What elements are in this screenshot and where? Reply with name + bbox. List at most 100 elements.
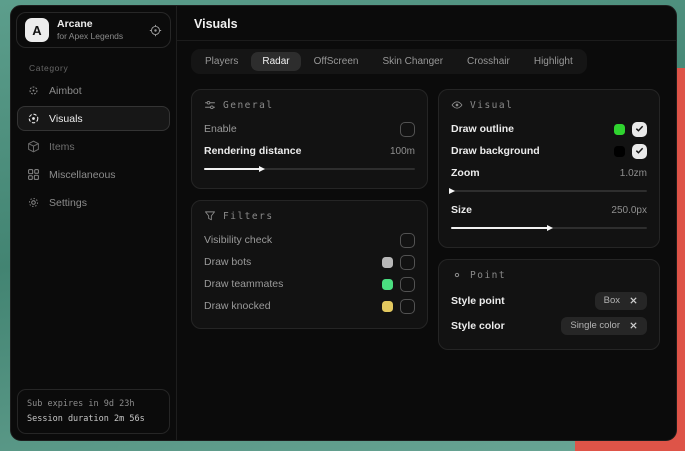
style-color-row: Style color Single color	[451, 313, 647, 338]
target-icon[interactable]	[149, 24, 162, 37]
draw-outline-checkbox[interactable]	[632, 122, 647, 137]
size-row: Size 250.0px	[451, 199, 647, 221]
draw-background-label: Draw background	[451, 145, 540, 157]
zoom-row: Zoom 1.0zm	[451, 162, 647, 184]
sidebar-nav: Aimbot Visuals Items Miscellaneous	[11, 78, 176, 215]
card-title: General	[223, 100, 274, 111]
rendering-distance-value: 100m	[390, 146, 415, 157]
rendering-distance-label: Rendering distance	[204, 145, 301, 157]
slider-thumb[interactable]	[259, 166, 265, 172]
card-title: Filters	[223, 211, 274, 222]
sidebar-item-items[interactable]: Items	[17, 134, 170, 159]
visuals-icon	[27, 112, 40, 125]
visibility-check-row: Visibility check	[204, 229, 415, 251]
rendering-distance-row: Rendering distance 100m	[204, 140, 415, 162]
style-color-value: Single color	[570, 320, 620, 331]
zoom-value: 1.0zm	[620, 168, 647, 179]
draw-background-checkbox[interactable]	[632, 144, 647, 159]
check-icon	[635, 142, 644, 160]
draw-bots-color-swatch[interactable]	[382, 257, 393, 268]
point-card: Point Style point Box Style color	[438, 259, 660, 350]
draw-background-color-swatch[interactable]	[614, 146, 625, 157]
visual-card: Visual Draw outline Draw background	[438, 89, 660, 248]
draw-teammates-color-swatch[interactable]	[382, 279, 393, 290]
draw-teammates-checkbox[interactable]	[400, 277, 415, 292]
general-card: General Enable Rendering distance 100m	[191, 89, 428, 189]
draw-teammates-label: Draw teammates	[204, 278, 283, 290]
draw-outline-row: Draw outline	[451, 118, 647, 140]
sliders-icon	[204, 99, 216, 111]
tab-crosshair[interactable]: Crosshair	[456, 52, 521, 71]
enable-label: Enable	[204, 123, 237, 135]
eye-icon	[451, 99, 463, 111]
content-area: General Enable Rendering distance 100m	[177, 74, 676, 350]
category-label: Category	[29, 63, 176, 73]
point-icon	[451, 269, 463, 281]
style-color-select[interactable]: Single color	[561, 317, 647, 335]
session-duration-text: Session duration 2m 56s	[27, 412, 160, 426]
app-title: Arcane	[57, 18, 141, 31]
draw-knocked-color-swatch[interactable]	[382, 301, 393, 312]
brand-card: A Arcane for Apex Legends	[16, 12, 171, 48]
visibility-check-checkbox[interactable]	[400, 233, 415, 248]
zoom-label: Zoom	[451, 167, 480, 179]
visibility-check-label: Visibility check	[204, 234, 272, 246]
sidebar-item-miscellaneous[interactable]: Miscellaneous	[17, 162, 170, 187]
enable-checkbox[interactable]	[400, 122, 415, 137]
tab-highlight[interactable]: Highlight	[523, 52, 584, 71]
size-value: 250.0px	[611, 205, 647, 216]
draw-knocked-checkbox[interactable]	[400, 299, 415, 314]
sidebar-item-settings[interactable]: Settings	[17, 190, 170, 215]
funnel-icon	[204, 210, 216, 222]
tab-players[interactable]: Players	[194, 52, 249, 71]
grid-icon	[27, 168, 40, 181]
zoom-slider[interactable]	[451, 186, 647, 195]
main-panel: Visuals Players Radar OffScreen Skin Cha…	[177, 6, 676, 440]
tab-offscreen[interactable]: OffScreen	[303, 52, 370, 71]
slider-thumb[interactable]	[547, 225, 553, 231]
slider-thumb[interactable]	[449, 188, 455, 194]
enable-row: Enable	[204, 118, 415, 140]
draw-outline-label: Draw outline	[451, 123, 514, 135]
page-title: Visuals	[194, 17, 676, 31]
close-icon[interactable]	[629, 296, 638, 305]
draw-outline-color-swatch[interactable]	[614, 124, 625, 135]
rendering-distance-slider[interactable]	[204, 164, 415, 173]
sidebar-item-label: Miscellaneous	[49, 169, 116, 181]
check-icon	[635, 120, 644, 138]
draw-knocked-row: Draw knocked	[204, 295, 415, 317]
gear-icon	[27, 196, 40, 209]
draw-bots-label: Draw bots	[204, 256, 251, 268]
size-slider[interactable]	[451, 223, 647, 232]
draw-teammates-row: Draw teammates	[204, 273, 415, 295]
tab-radar[interactable]: Radar	[251, 52, 300, 71]
box-icon	[27, 140, 40, 153]
style-point-select[interactable]: Box	[595, 292, 647, 310]
filters-card: Filters Visibility check Draw bots	[191, 200, 428, 329]
app-logo: A	[25, 18, 49, 42]
draw-bots-row: Draw bots	[204, 251, 415, 273]
app-subtitle: for Apex Legends	[57, 31, 141, 42]
sidebar-item-label: Aimbot	[49, 85, 82, 97]
sidebar-item-label: Settings	[49, 197, 87, 209]
visuals-tabbar: Players Radar OffScreen Skin Changer Cro…	[191, 49, 587, 74]
draw-background-row: Draw background	[451, 140, 647, 162]
card-title: Visual	[470, 100, 513, 111]
sidebar-item-visuals[interactable]: Visuals	[17, 106, 170, 131]
close-icon[interactable]	[629, 321, 638, 330]
app-window: A Arcane for Apex Legends Category Aimbo…	[10, 5, 677, 441]
tab-skin-changer[interactable]: Skin Changer	[371, 52, 454, 71]
sub-expiry-text: Sub expires in 9d 23h	[27, 397, 160, 411]
sidebar-item-label: Items	[49, 141, 75, 153]
card-title: Point	[470, 270, 506, 281]
sidebar-item-label: Visuals	[49, 113, 83, 125]
style-point-label: Style point	[451, 295, 505, 307]
sidebar-item-aimbot[interactable]: Aimbot	[17, 78, 170, 103]
style-point-row: Style point Box	[451, 288, 647, 313]
draw-bots-checkbox[interactable]	[400, 255, 415, 270]
draw-knocked-label: Draw knocked	[204, 300, 271, 312]
size-label: Size	[451, 204, 472, 216]
session-status-card: Sub expires in 9d 23h Session duration 2…	[17, 389, 170, 434]
sidebar: A Arcane for Apex Legends Category Aimbo…	[11, 6, 177, 440]
main-header: Visuals	[177, 6, 676, 41]
